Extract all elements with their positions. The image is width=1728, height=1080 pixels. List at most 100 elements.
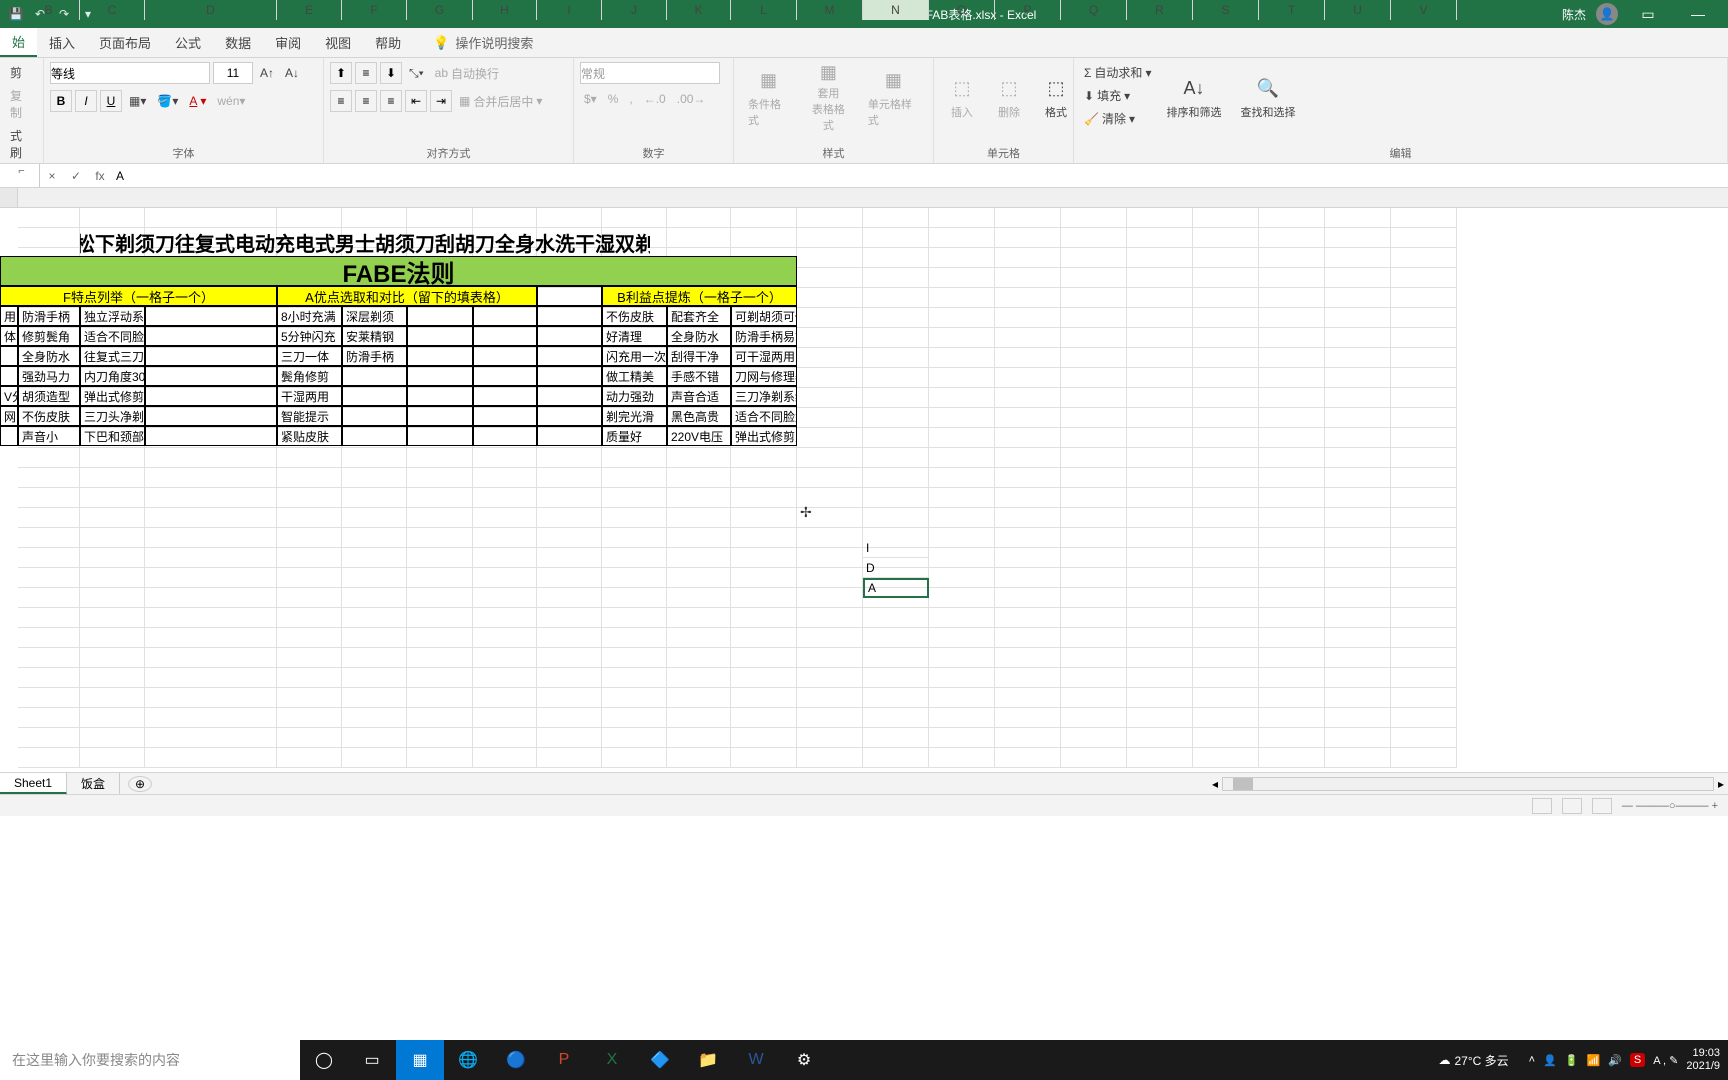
table-cell[interactable] <box>145 306 277 326</box>
table-cell[interactable] <box>145 406 277 426</box>
col-header-I[interactable]: I <box>537 0 602 20</box>
app-icon-3[interactable]: 🔵 <box>492 1040 540 1080</box>
table-cell[interactable]: 干湿两用 <box>277 386 342 406</box>
col-header-Q[interactable]: Q <box>1061 0 1127 20</box>
page-break-view-icon[interactable] <box>1592 798 1612 814</box>
table-cell[interactable] <box>473 426 537 446</box>
user-avatar-icon[interactable]: 👤 <box>1596 3 1618 25</box>
table-cell[interactable]: 内刀角度30° <box>80 366 145 386</box>
table-cell[interactable]: 刮得干净 <box>667 346 731 366</box>
table-cell[interactable]: 好清理 <box>602 326 667 346</box>
align-left-icon[interactable]: ≡ <box>330 90 352 112</box>
col-header-D[interactable]: D <box>145 0 277 20</box>
table-cell[interactable] <box>473 406 537 426</box>
tray-battery-icon[interactable]: 🔋 <box>1565 1054 1579 1067</box>
align-top-icon[interactable]: ⬆ <box>330 62 352 84</box>
wrap-text-button[interactable]: ab 自动换行 <box>431 63 503 84</box>
table-cell[interactable] <box>537 426 602 446</box>
sort-filter-button[interactable]: A↓排序和筛选 <box>1158 62 1229 132</box>
align-bottom-icon[interactable]: ⬇ <box>380 62 402 84</box>
ime-icon[interactable]: S <box>1630 1053 1645 1067</box>
table-cell[interactable] <box>537 326 602 346</box>
tab-help[interactable]: 帮助 <box>363 28 413 57</box>
table-cell[interactable]: 可干湿两用 <box>731 346 797 366</box>
table-cell[interactable]: 声音小 <box>18 426 80 446</box>
increase-font-icon[interactable]: A↑ <box>256 64 278 82</box>
table-cell[interactable] <box>473 366 537 386</box>
table-cell[interactable]: 强劲马力 <box>18 366 80 386</box>
table-cell[interactable]: 刀网与修理器独立浮动 <box>731 366 797 386</box>
table-cell[interactable]: 闪充用一次 <box>602 346 667 366</box>
table-cell[interactable]: V分 <box>0 386 18 406</box>
col-header-U[interactable]: U <box>1325 0 1391 20</box>
table-cell[interactable] <box>537 366 602 386</box>
table-cell[interactable]: 黑色高贵 <box>667 406 731 426</box>
table-cell[interactable]: 三刀净剃系统 <box>731 386 797 406</box>
col-header-C[interactable]: C <box>80 0 145 20</box>
minimize-button[interactable]: — <box>1678 0 1718 28</box>
decrease-decimal-icon[interactable]: .00→ <box>673 90 710 108</box>
confirm-entry-icon[interactable]: ✓ <box>64 169 88 183</box>
tray-people-icon[interactable]: 👤 <box>1543 1054 1557 1067</box>
zoom-slider[interactable]: — ———○——— + <box>1622 800 1718 812</box>
tray-wifi-icon[interactable]: 📶 <box>1586 1054 1600 1067</box>
table-cell[interactable] <box>407 346 473 366</box>
col-header-R[interactable]: R <box>1127 0 1193 20</box>
col-header-K[interactable]: K <box>667 0 731 20</box>
select-all-corner[interactable] <box>0 188 18 207</box>
page-layout-view-icon[interactable] <box>1562 798 1582 814</box>
table-cell[interactable]: 用 <box>0 306 18 326</box>
table-cell[interactable] <box>0 426 18 446</box>
table-cell[interactable]: 独立浮动系统 <box>80 306 145 326</box>
col-header-H[interactable]: H <box>473 0 537 20</box>
table-cell[interactable]: 8小时充满 <box>277 306 342 326</box>
table-cell[interactable]: 下巴和颈部轻松剔除 <box>80 426 145 446</box>
table-cell[interactable] <box>537 406 602 426</box>
table-cell[interactable]: 做工精美 <box>602 366 667 386</box>
table-cell[interactable]: 鬓角修剪 <box>277 366 342 386</box>
file-explorer-icon[interactable]: 📁 <box>684 1040 732 1080</box>
table-cell[interactable]: 紧贴皮肤 <box>277 426 342 446</box>
bold-button[interactable]: B <box>50 90 72 112</box>
table-cell[interactable]: 适合不同脸型 <box>80 326 145 346</box>
col-header-V[interactable]: V <box>1391 0 1457 20</box>
align-center-icon[interactable]: ≡ <box>355 90 377 112</box>
fill-color-button[interactable]: 🪣▾ <box>153 92 182 110</box>
table-cell[interactable]: 体 <box>0 326 18 346</box>
start-icon[interactable]: ◯ <box>300 1040 348 1080</box>
table-cell[interactable]: 往复式三刀头 <box>80 346 145 366</box>
table-cell[interactable] <box>407 326 473 346</box>
table-cell[interactable] <box>407 366 473 386</box>
tray-chevron-icon[interactable]: ˄ <box>1529 1054 1535 1066</box>
add-sheet-button[interactable]: ⊕ <box>128 776 152 792</box>
table-cell[interactable]: 不伤皮肤 <box>602 306 667 326</box>
floating-cell-A[interactable]: A <box>863 578 929 598</box>
table-cell[interactable]: 声音合适 <box>667 386 731 406</box>
floating-cell-D[interactable]: D <box>863 558 929 578</box>
tab-home[interactable]: 始 <box>0 28 37 57</box>
italic-button[interactable]: I <box>75 90 97 112</box>
col-header-B[interactable]: B <box>18 0 80 20</box>
cancel-entry-icon[interactable]: × <box>40 169 64 183</box>
number-format-select[interactable] <box>580 62 720 84</box>
sheet-tab-sheet1[interactable]: Sheet1 <box>0 773 67 794</box>
currency-icon[interactable]: $▾ <box>580 90 601 108</box>
table-cell[interactable]: 弹出式修剪刀方便 <box>731 426 797 446</box>
col-header-J[interactable]: J <box>602 0 667 20</box>
table-cell[interactable] <box>145 346 277 366</box>
table-cell[interactable] <box>407 406 473 426</box>
tab-view[interactable]: 视图 <box>313 28 363 57</box>
table-cell[interactable]: 手感不错 <box>667 366 731 386</box>
table-cell[interactable] <box>342 426 407 446</box>
fx-icon[interactable]: fx <box>88 169 112 183</box>
col-header-S[interactable]: S <box>1193 0 1259 20</box>
table-cell[interactable]: 防滑手柄 <box>342 346 407 366</box>
formula-input[interactable] <box>112 164 1728 187</box>
table-cell[interactable]: 修剪鬓角 <box>18 326 80 346</box>
orientation-icon[interactable]: ⤡▾ <box>405 64 428 83</box>
app-icon-5[interactable]: ⚙ <box>780 1040 828 1080</box>
table-cell[interactable] <box>145 426 277 446</box>
table-cell[interactable]: 三刀头净剃系统 <box>80 406 145 426</box>
merge-center-button[interactable]: ▦ 合并后居中▾ <box>455 91 546 112</box>
table-cell[interactable]: 深层剃须 <box>342 306 407 326</box>
